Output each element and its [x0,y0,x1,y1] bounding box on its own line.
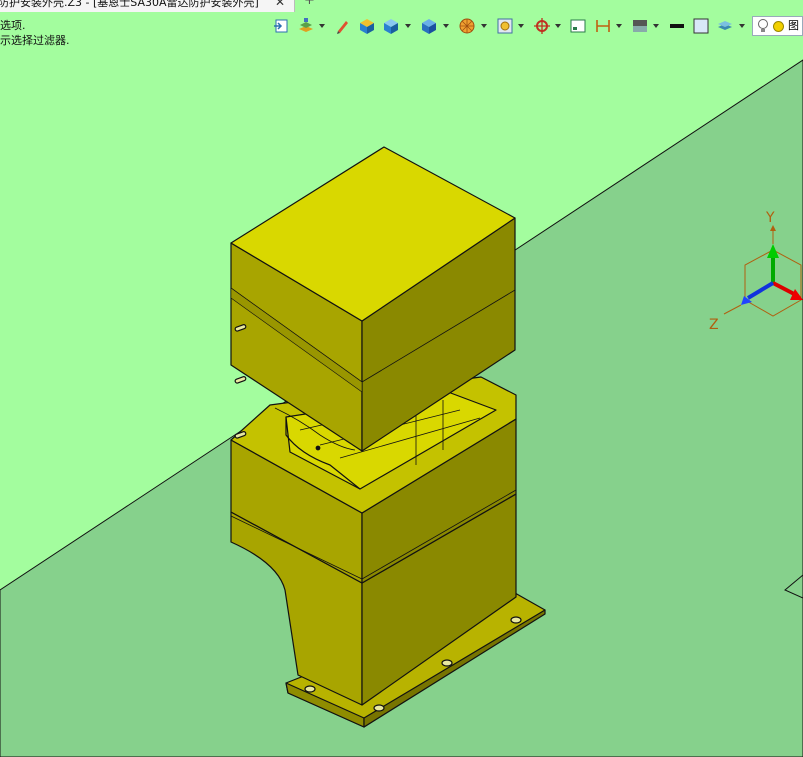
pick-filter-dropdown-icon[interactable] [555,24,561,28]
z-axis-label: Z [709,317,719,333]
line-color-icon[interactable] [668,17,686,35]
view-toolbar [270,15,803,37]
document-tab-title: 防护安装外壳.Z3 - [基恩士SA30A雷达防护安装外壳] [0,0,259,9]
prompt-line-2: 示选择过滤器. [0,34,70,47]
layer-dropdown-icon[interactable] [319,24,325,28]
cube-view-dropdown-icon[interactable] [405,24,411,28]
display-mode-dropdown-icon[interactable] [443,24,449,28]
new-tab-icon[interactable]: + [304,0,315,7]
exit-sketch-icon[interactable] [273,17,291,35]
render-dropdown-icon[interactable] [481,24,487,28]
search-text: 图 [788,19,799,32]
render-icon[interactable] [458,17,476,35]
background-dropdown-icon[interactable] [653,24,659,28]
close-tab-icon[interactable]: ✕ [275,0,285,8]
view-orient-dropdown-icon[interactable] [518,24,524,28]
pick-filter-icon[interactable] [533,17,551,35]
search-box[interactable]: 图 [752,16,803,36]
frame-icon[interactable] [569,17,587,35]
edit-icon[interactable] [334,17,352,35]
light-bulb-icon [758,19,768,32]
layer-stack-dropdown-icon[interactable] [739,24,745,28]
layer-icon[interactable] [297,17,315,35]
face-color-icon[interactable] [692,17,710,35]
dimension-icon[interactable] [594,17,612,35]
dimension-dropdown-icon[interactable] [616,24,622,28]
document-tab-bar: 防护安装外壳.Z3 - [基恩士SA30A雷达防护安装外壳] ✕ + [0,0,330,12]
view-orient-icon[interactable] [496,17,514,35]
shaded-solid-icon[interactable] [358,17,376,35]
background-icon[interactable] [631,17,649,35]
cube-view-icon[interactable] [382,17,400,35]
y-axis-label: Y [765,210,775,226]
status-dot-icon [773,21,784,32]
prompt-line-1: 选项. [0,19,26,32]
display-mode-icon[interactable] [420,17,438,35]
layer-stack-icon[interactable] [716,17,734,35]
document-tab[interactable]: 防护安装外壳.Z3 - [基恩士SA30A雷达防护安装外壳] [0,0,295,12]
graphics-viewport[interactable]: Y Z X [0,0,803,757]
